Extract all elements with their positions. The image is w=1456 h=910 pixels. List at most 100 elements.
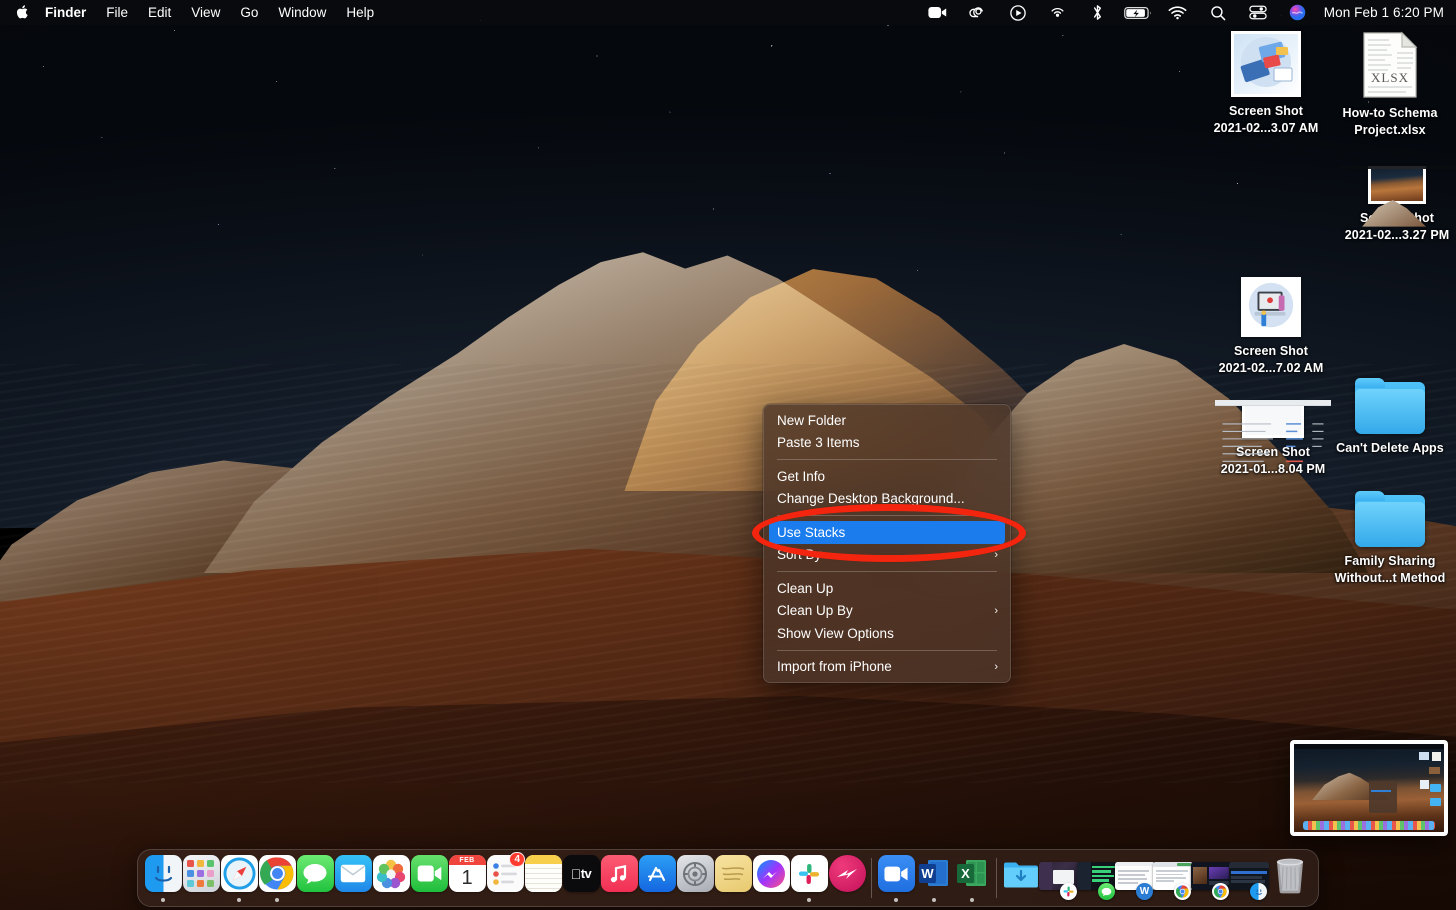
context-menu-item-clean-up[interactable]: Clean Up <box>764 577 1010 600</box>
context-menu-item-change-desktop-background[interactable]: Change Desktop Background... <box>764 488 1010 511</box>
menu-edit[interactable]: Edit <box>138 3 181 22</box>
context-menu-item-clean-up-by[interactable]: Clean Up By › <box>764 600 1010 623</box>
xlsx-extension-label: XLSX <box>1371 70 1409 85</box>
dock-item-launchpad[interactable] <box>182 852 220 904</box>
dock-item-appstore[interactable] <box>638 852 676 904</box>
menu-file[interactable]: File <box>96 3 138 22</box>
screenshot-thumbnail-icon <box>1231 31 1301 97</box>
spotlight-search-icon[interactable] <box>1198 5 1238 21</box>
menu-item-label: New Folder <box>777 413 846 428</box>
dock-item-downloads-folder[interactable] <box>1002 852 1040 904</box>
dock-item-mail[interactable] <box>334 852 372 904</box>
bluetooth-icon[interactable] <box>1078 4 1118 21</box>
dock-item-trash[interactable] <box>1268 852 1312 904</box>
file-thumbnail <box>1231 31 1301 97</box>
chevron-right-icon: › <box>994 605 998 617</box>
dock-item-messenger[interactable] <box>752 852 790 904</box>
running-indicator <box>894 898 898 902</box>
battery-charging-icon[interactable] <box>1118 6 1158 20</box>
file-thumbnail <box>1241 277 1301 337</box>
dock-item-chrome[interactable] <box>258 852 296 904</box>
messages-badge-icon <box>1098 883 1115 900</box>
menu-help[interactable]: Help <box>336 3 384 22</box>
dock-item-excel[interactable]: X <box>953 852 991 904</box>
slack-badge-icon <box>1060 883 1077 900</box>
calendar-icon: FEB 1 <box>449 855 486 892</box>
desktop-icon-screenshot-804pm[interactable]: Screen Shot2021-01...8.04 PM <box>1215 400 1331 478</box>
dock-item-calendar[interactable]: FEB 1 <box>448 852 486 904</box>
menu-item-label: Clean Up By <box>777 603 853 618</box>
desktop-icon-screenshot-702am[interactable]: Screen Shot2021-02...7.02 AM <box>1213 277 1329 377</box>
appletv-icon: tv <box>563 855 600 892</box>
desktop-context-menu[interactable]: New Folder Paste 3 Items Get Info Change… <box>763 404 1011 683</box>
creative-cloud-icon[interactable] <box>958 5 998 20</box>
desktop-icon-screenshot-307am[interactable]: Screen Shot2021-02...3.07 AM <box>1208 31 1324 137</box>
dock-item-system-preferences[interactable] <box>676 852 714 904</box>
folder-label: Can't Delete Apps <box>1336 440 1444 457</box>
control-center-icon[interactable] <box>1238 5 1278 20</box>
zoom-icon[interactable] <box>918 6 958 19</box>
screenshot-thumbnail-icon <box>1241 277 1301 337</box>
chrome-badge-icon <box>1212 883 1229 900</box>
preview-dock <box>1303 821 1435 830</box>
desktop-icon-family-sharing[interactable]: Family SharingWithout...t Method <box>1332 491 1448 587</box>
dock-item-stickies[interactable] <box>714 852 752 904</box>
media-play-icon[interactable] <box>998 5 1038 21</box>
dock-minimized-finder-window[interactable] <box>1230 852 1268 904</box>
menu-bar-app-menus: Finder File Edit View Go Window Help <box>0 3 384 22</box>
menu-go[interactable]: Go <box>230 3 268 22</box>
dock-minimized-word-window[interactable]: W <box>1116 852 1154 904</box>
airplay-audio-icon[interactable] <box>1038 5 1078 21</box>
menu-separator <box>777 515 997 516</box>
photos-icon <box>373 855 410 892</box>
context-menu-item-get-info[interactable]: Get Info <box>764 465 1010 488</box>
dock-item-slack[interactable] <box>790 852 828 904</box>
context-menu-item-paste-3-items[interactable]: Paste 3 Items <box>764 432 1010 455</box>
desktop-icon-howto-schema-xlsx[interactable]: XLSX How-to SchemaProject.xlsx <box>1332 31 1448 139</box>
dock-item-reminders[interactable]: 4 <box>486 852 524 904</box>
context-menu-item-use-stacks[interactable]: Use Stacks <box>769 521 1005 544</box>
screenshot-floating-preview[interactable] <box>1290 740 1448 836</box>
dock-item-shift[interactable] <box>828 852 866 904</box>
dock-minimized-slack-window[interactable] <box>1040 852 1078 904</box>
running-indicator <box>970 898 974 902</box>
dock-minimized-chrome-window-1[interactable] <box>1154 852 1192 904</box>
dock-item-facetime[interactable] <box>410 852 448 904</box>
wifi-icon[interactable] <box>1158 5 1198 20</box>
dock-item-notes[interactable] <box>524 852 562 904</box>
menu-bar-status-items: Mon Feb 1 6:20 PM <box>918 4 1456 21</box>
stickies-icon <box>715 855 752 892</box>
menu-bar-clock[interactable]: Mon Feb 1 6:20 PM <box>1318 5 1444 20</box>
desktop-icon-cant-delete-apps[interactable]: Can't Delete Apps <box>1332 378 1448 457</box>
dock-item-appletv[interactable]: tv <box>562 852 600 904</box>
folder-label: Family SharingWithout...t Method <box>1335 553 1446 587</box>
dock-minimized-chrome-window-2[interactable] <box>1192 852 1230 904</box>
desktop-screen: Finder File Edit View Go Window Help <box>0 0 1456 910</box>
dock-item-music[interactable] <box>600 852 638 904</box>
dock-item-word[interactable]: W <box>915 852 953 904</box>
xlsx-document-icon: XLSX <box>1361 31 1419 99</box>
calendar-month-label: FEB <box>449 855 486 865</box>
screenshot-thumbnail-icon <box>1242 400 1304 438</box>
menu-finder[interactable]: Finder <box>35 3 96 22</box>
preview-content <box>1294 744 1444 832</box>
dock-item-photos[interactable] <box>372 852 410 904</box>
word-icon: W <box>916 855 953 892</box>
shift-app-icon <box>829 855 866 892</box>
context-menu-item-new-folder[interactable]: New Folder <box>764 409 1010 432</box>
running-indicator <box>237 898 241 902</box>
menu-view[interactable]: View <box>181 3 230 22</box>
menu-window[interactable]: Window <box>268 3 336 22</box>
siri-icon[interactable] <box>1278 4 1318 21</box>
file-thumbnail <box>1242 400 1304 438</box>
context-menu-item-sort-by[interactable]: Sort By › <box>764 544 1010 567</box>
dock-minimized-messages-window[interactable] <box>1078 852 1116 904</box>
dock-item-safari[interactable] <box>220 852 258 904</box>
context-menu-item-show-view-options[interactable]: Show View Options <box>764 622 1010 645</box>
context-menu-item-import-from-iphone[interactable]: Import from iPhone › <box>764 656 1010 679</box>
apple-logo-icon[interactable] <box>11 4 35 22</box>
dock-item-finder[interactable] <box>144 852 182 904</box>
dock-item-messages[interactable] <box>296 852 334 904</box>
dock-item-zoom[interactable] <box>877 852 915 904</box>
desktop-icon-screenshot-327pm[interactable]: Screen Shot2021-02...3.27 PM <box>1339 166 1455 244</box>
